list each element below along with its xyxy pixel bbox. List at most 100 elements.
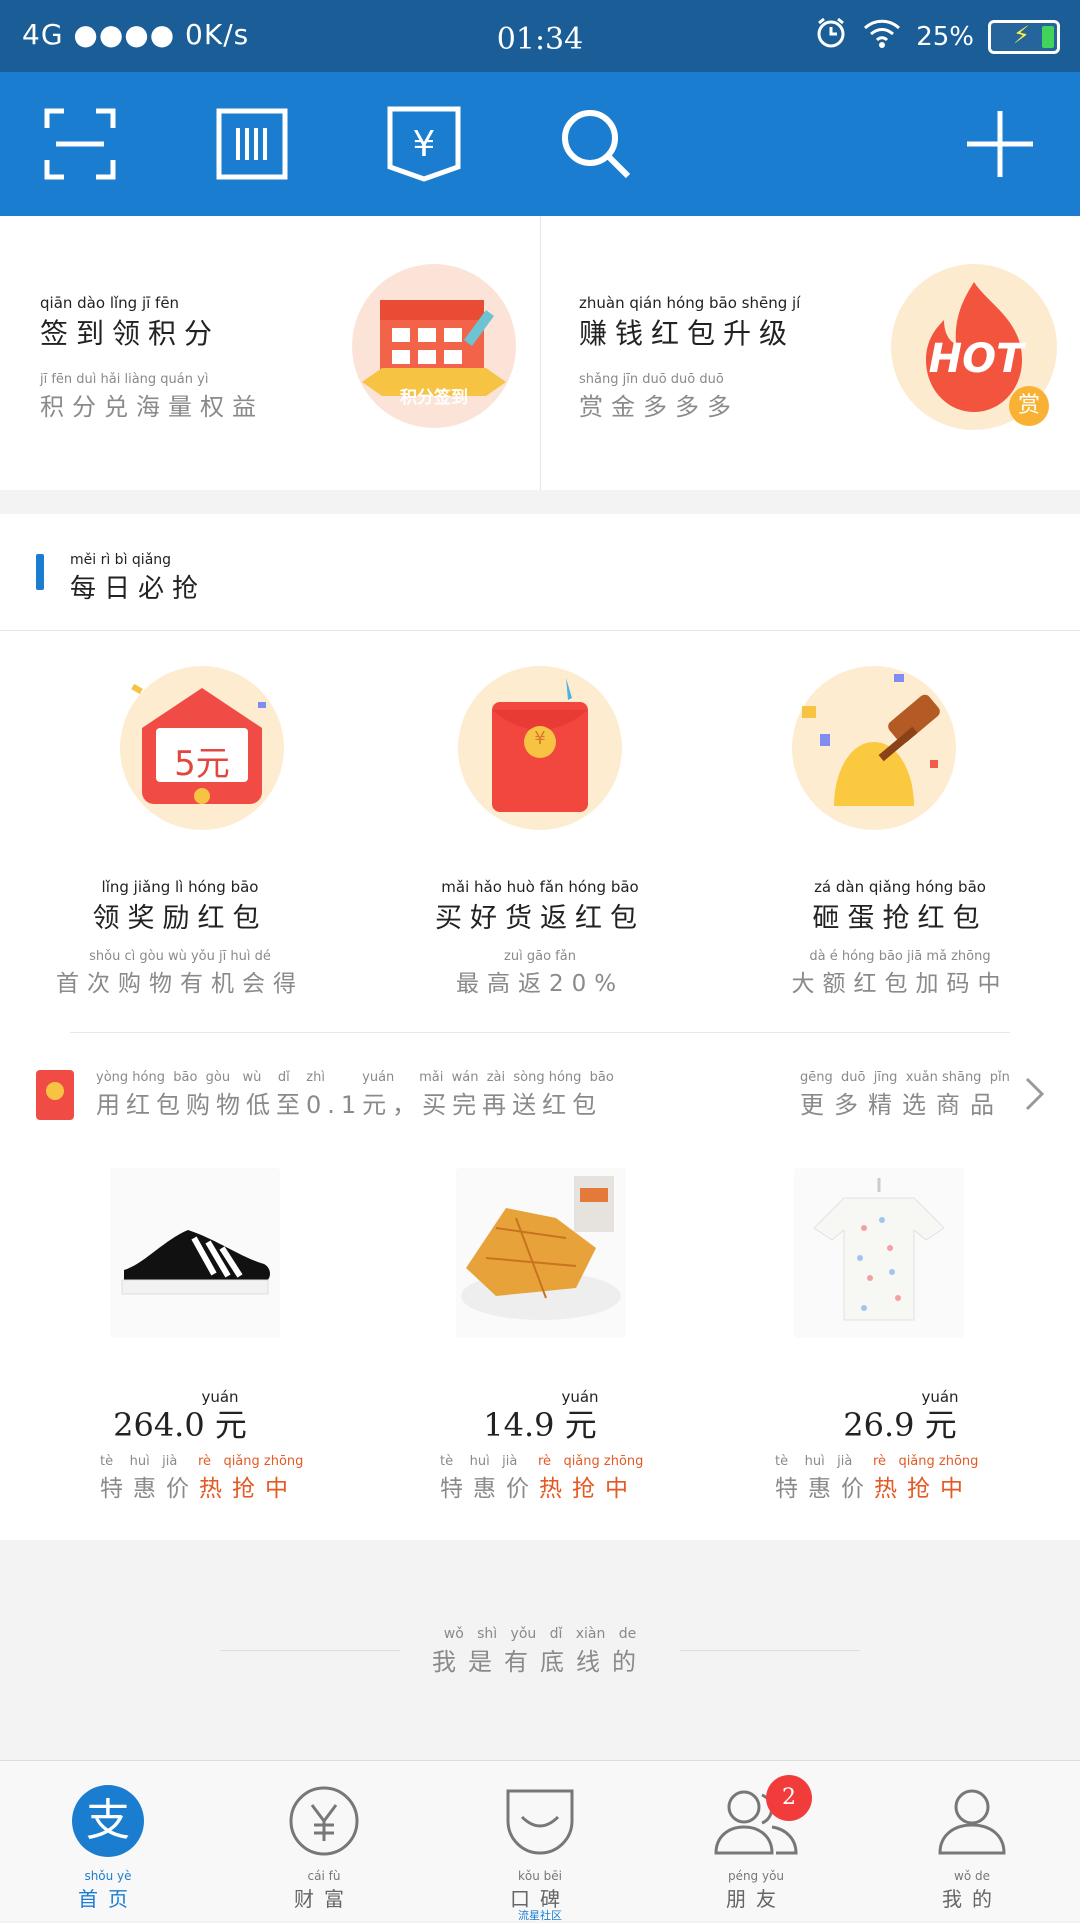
- voucher-icon[interactable]: ¥: [382, 72, 466, 216]
- price: 14.9 元: [360, 1400, 720, 1446]
- hot-flame-icon: HOT 赏: [891, 264, 1057, 430]
- scan-icon[interactable]: [40, 72, 120, 216]
- tab-wealth[interactable]: cái fù 财富: [216, 1761, 432, 1921]
- checkin-badge-text: 积分签到: [400, 388, 468, 408]
- golden-egg-hammer-icon: [792, 666, 956, 830]
- product-card[interactable]: yuán 264.0 元 tè huì jià rè qiǎng zhōng 特…: [0, 1160, 360, 1520]
- tab-koubei[interactable]: kǒu bēi 口碑 流星社区: [432, 1761, 648, 1922]
- person-icon: [936, 1787, 1008, 1861]
- price-value: 26.9: [843, 1406, 915, 1444]
- tab-label: 我的: [942, 1887, 1002, 1911]
- status-right: 25% ⚡: [814, 16, 1060, 57]
- deal-sub-pinyin: zuì gāo fǎn: [504, 949, 576, 964]
- more-products-link[interactable]: gēng duō jīng xuǎn shāng pǐn 更多精选商品: [800, 1070, 1010, 1120]
- promo-title: 用红包购物低至0.1元，买完再送红包: [96, 1091, 603, 1119]
- deal-subtitle: 大额红包加码中: [791, 971, 1009, 997]
- product-card[interactable]: yuán 14.9 元 tè huì jià rè qiǎng zhōng 特惠…: [360, 1160, 720, 1520]
- deal-art-text: ¥: [534, 728, 546, 749]
- deal-item[interactable]: zá dàn qiǎng hóng bāo 砸蛋抢红包 dà é hóng bā…: [720, 660, 1080, 1000]
- status-bar: 4G ●●●● 0K/s 01:34 25% ⚡: [0, 0, 1080, 72]
- price-value: 14.9: [483, 1406, 555, 1444]
- barcode-icon[interactable]: [212, 72, 292, 216]
- battery-level: 25%: [916, 21, 974, 52]
- deal-item[interactable]: ¥ mǎi hǎo huò fǎn hóng bāo 买好货返红包 zuì gā…: [360, 660, 720, 1000]
- deal-title: 领奖励红包: [92, 903, 268, 934]
- tag-pinyin: tè huì jià: [440, 1454, 518, 1469]
- hot-pinyin: rè qiǎng zhōng: [537, 1454, 644, 1469]
- divider: [0, 630, 1080, 631]
- reward-badge: 赏: [1009, 386, 1049, 426]
- card-title: 签到领积分: [40, 317, 221, 350]
- plus-icon[interactable]: [960, 72, 1040, 216]
- card-sub-pinyin: jī fēn duì hǎi liàng quán yì: [40, 372, 209, 387]
- deal-title-pinyin: mǎi hǎo huò fǎn hóng bāo: [441, 878, 639, 896]
- promo-row[interactable]: yòng hóng bāo gòu wù dǐ zhì yuán mǎi wán…: [0, 1062, 1080, 1132]
- deal-title-pinyin: zá dàn qiǎng hóng bāo: [814, 878, 986, 896]
- baby-romper-image: [794, 1168, 964, 1338]
- price-unit: 元: [214, 1406, 247, 1444]
- deal-text: zá dàn qiǎng hóng bāo 砸蛋抢红包 dà é hóng bā…: [720, 878, 1080, 998]
- alarm-icon: [814, 16, 848, 57]
- deal-title: 砸蛋抢红包: [812, 903, 988, 934]
- section-title-pinyin: měi rì bì qiǎng: [70, 552, 172, 568]
- tab-home[interactable]: 支 shǒu yè 首页: [0, 1761, 216, 1921]
- tab-label: 财富: [294, 1887, 354, 1911]
- tag-label: 特惠价: [775, 1476, 874, 1502]
- section-marker: [36, 554, 44, 590]
- red-packet-icon: ¥: [458, 666, 622, 830]
- tag-pinyin: tè huì jià: [775, 1454, 853, 1469]
- section-header: měi rì bì qiǎng 每日必抢: [70, 552, 206, 605]
- red-packet-small-icon: [36, 1070, 74, 1120]
- hot-badge-text: HOT: [928, 336, 1024, 382]
- end-pinyin: wǒ shì yǒu dǐ xiàn de: [443, 1626, 637, 1642]
- promo-text: yòng hóng bāo gòu wù dǐ zhì yuán mǎi wán…: [96, 1070, 614, 1120]
- hot-label: 热抢中: [199, 1476, 298, 1502]
- deal-sub-pinyin: dà é hóng bāo jiā mǎ zhōng: [809, 949, 991, 964]
- card-title-pinyin: zhuàn qián hóng bāo shēng jí: [579, 294, 801, 312]
- more-label: 更多精选商品: [800, 1091, 1004, 1119]
- alipay-home-icon: 支: [72, 1785, 144, 1857]
- tab-pinyin: wǒ de: [954, 1869, 990, 1883]
- card-sub-pinyin: shǎng jīn duō duō duō: [579, 372, 724, 387]
- deal-item[interactable]: 5元 lǐng jiǎng lì hóng bāo 领奖励红包 shǒu cì …: [0, 660, 360, 1000]
- yen-circle-icon: [288, 1785, 360, 1861]
- deal-art-text: 5元: [174, 744, 230, 784]
- tab-pinyin: péng yǒu: [727, 1869, 785, 1883]
- card-title: 赚钱红包升级: [579, 317, 796, 350]
- product-card[interactable]: yuán 26.9 元 tè huì jià rè qiǎng zhōng 特惠…: [720, 1160, 1080, 1520]
- section-title: 每日必抢: [70, 574, 207, 604]
- deal-text: lǐng jiǎng lì hóng bāo 领奖励红包 shǒu cì gòu…: [0, 878, 360, 998]
- calendar-icon: 积分签到: [352, 264, 516, 428]
- battery-icon: ⚡: [988, 19, 1060, 54]
- card-subtitle: 赏金多多多: [579, 393, 739, 421]
- chevron-right-icon[interactable]: [1024, 1076, 1046, 1116]
- sneaker-image: [110, 1168, 280, 1338]
- price-unit: 元: [924, 1406, 957, 1444]
- wifi-icon: [862, 17, 902, 56]
- tab-pinyin: kǒu bēi: [517, 1869, 563, 1883]
- end-of-list: wǒ shì yǒu dǐ xiàn de 我是有底线的: [0, 1626, 1080, 1677]
- tab-friends[interactable]: 2 péng yǒu 朋友: [648, 1761, 864, 1921]
- tag-label: 特惠价: [440, 1476, 539, 1502]
- hot-pinyin: rè qiǎng zhōng: [872, 1454, 979, 1469]
- search-icon[interactable]: [556, 72, 636, 216]
- price-tags: tè huì jià rè qiǎng zhōng 特惠价热抢中: [440, 1454, 643, 1503]
- checkin-card[interactable]: qiān dào lǐng jī fēn 签到领积分 jī fēn duì hǎ…: [0, 216, 540, 490]
- card-title-pinyin: qiān dào lǐng jī fēn: [40, 294, 180, 312]
- price-value: 264.0: [113, 1406, 205, 1444]
- tab-pinyin: shǒu yè: [84, 1869, 132, 1883]
- hot-pinyin: rè qiǎng zhōng: [197, 1454, 304, 1469]
- red-envelope-icon: 5元: [120, 666, 284, 830]
- tag-label: 特惠价: [100, 1476, 199, 1502]
- snack-image: [456, 1168, 626, 1338]
- svg-text:¥: ¥: [413, 124, 436, 165]
- divider: [70, 1032, 1010, 1033]
- more-pinyin: gēng duō jīng xuǎn shāng pǐn: [800, 1070, 1010, 1085]
- earn-card[interactable]: zhuàn qián hóng bāo shēng jí 赚钱红包升级 shǎn…: [541, 216, 1080, 490]
- promo-pinyin: yòng hóng bāo gòu wù dǐ zhì yuán mǎi wán…: [96, 1070, 614, 1085]
- price: 26.9 元: [720, 1400, 1080, 1446]
- tab-me[interactable]: wǒ de 我的: [864, 1761, 1080, 1921]
- deal-subtitle: 首次购物有机会得: [56, 971, 304, 997]
- tab-sublabel: 流星社区: [518, 1909, 562, 1922]
- deal-title: 买好货返红包: [435, 903, 645, 934]
